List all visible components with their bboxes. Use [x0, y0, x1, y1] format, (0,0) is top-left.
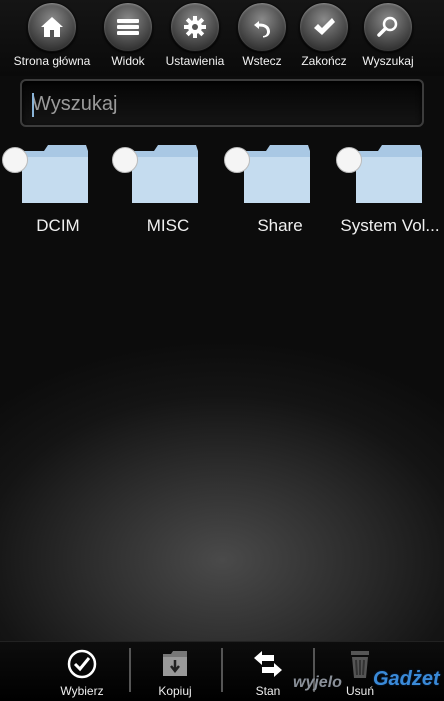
home-icon-button	[27, 2, 77, 52]
search-button-label: Wyszukaj	[362, 54, 414, 68]
magnifier-icon	[377, 16, 398, 37]
select-button[interactable]: Wybierz	[36, 642, 128, 701]
checkmark-icon	[314, 18, 335, 35]
copy-folder-icon	[163, 651, 187, 676]
folder-name: System Vol...	[340, 216, 440, 235]
search-button[interactable]: Wyszukaj	[348, 2, 428, 68]
finish-icon-button	[299, 2, 349, 52]
folder-icon	[132, 145, 198, 203]
select-radio[interactable]	[224, 147, 250, 173]
select-radio[interactable]	[112, 147, 138, 173]
folder-icon	[22, 145, 88, 203]
search-bar	[20, 79, 424, 127]
copy-button-label: Kopiuj	[158, 684, 192, 698]
text-caret	[32, 93, 34, 117]
check-circle-icon	[67, 649, 97, 679]
watermark-text-2: Gadżet	[373, 668, 440, 690]
select-radio[interactable]	[2, 147, 28, 173]
settings-icon-button	[170, 2, 220, 52]
view-icon-button	[103, 2, 153, 52]
select-button-label: Wybierz	[60, 684, 104, 698]
copy-button[interactable]: Kopiuj	[129, 642, 221, 701]
list-icon	[117, 19, 139, 35]
folder-name: Share	[257, 216, 303, 235]
home-icon	[41, 17, 63, 37]
folder-name: DCIM	[36, 216, 80, 235]
back-icon-button	[237, 2, 287, 52]
folder-item-system-volume[interactable]: System Vol...	[336, 143, 444, 243]
gear-icon	[184, 16, 206, 38]
folder-icon	[356, 145, 422, 203]
swap-arrows-icon	[254, 651, 282, 677]
select-radio[interactable]	[336, 147, 362, 173]
site-watermark: wyjelo Gadżet	[293, 668, 440, 698]
home-button-label: Strona główna	[13, 54, 91, 68]
undo-arrow-icon	[254, 21, 270, 38]
home-button[interactable]: Strona główna	[12, 2, 92, 68]
folder-item-dcim[interactable]: DCIM	[2, 143, 114, 243]
top-toolbar: Strona główna Widok Ustawienia Wstecz Za…	[0, 0, 444, 76]
folder-icon	[244, 145, 310, 203]
search-icon-button	[363, 2, 413, 52]
folder-item-misc[interactable]: MISC	[112, 143, 224, 243]
watermark-text-1: wyjelo	[293, 674, 342, 691]
file-manager-screen: Strona główna Widok Ustawienia Wstecz Za…	[0, 0, 444, 701]
folder-item-share[interactable]: Share	[224, 143, 336, 243]
search-input[interactable]	[30, 87, 414, 121]
folder-name: MISC	[146, 216, 190, 235]
